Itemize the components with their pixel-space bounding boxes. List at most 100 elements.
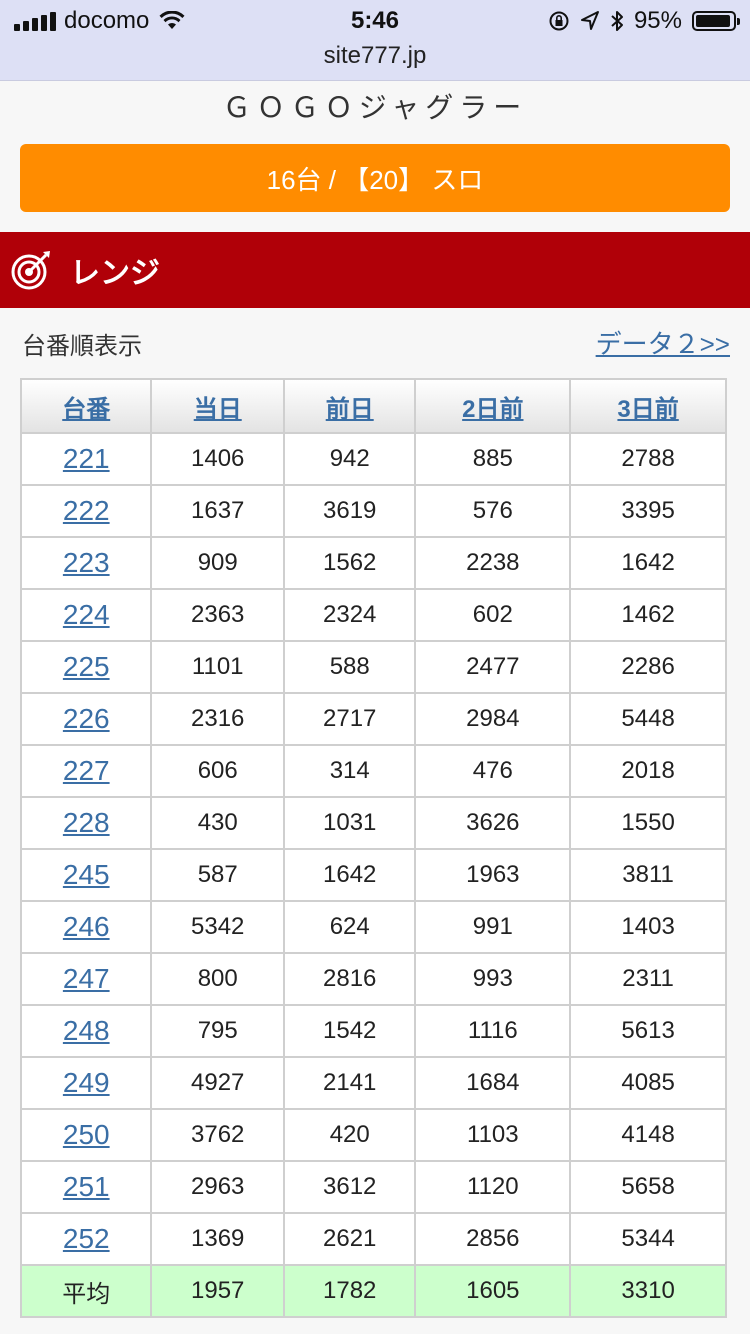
value-cell: 2963 bbox=[152, 1162, 283, 1212]
machine-number-link[interactable]: 247 bbox=[63, 963, 110, 994]
value-cell: 1462 bbox=[571, 590, 725, 640]
value-cell: 2363 bbox=[152, 590, 283, 640]
table-row: 225 1101 588 2477 2286 bbox=[22, 642, 725, 692]
machine-number-link[interactable]: 226 bbox=[63, 703, 110, 734]
machine-number-link[interactable]: 249 bbox=[63, 1067, 110, 1098]
table-row: 227 606 314 476 2018 bbox=[22, 746, 725, 796]
machine-number-cell: 228 bbox=[22, 798, 151, 848]
value-cell: 4927 bbox=[152, 1058, 283, 1108]
machine-number-link[interactable]: 248 bbox=[63, 1015, 110, 1046]
value-cell: 2788 bbox=[571, 434, 725, 484]
battery-percent: 95% bbox=[633, 7, 682, 34]
value-cell: 420 bbox=[284, 1110, 415, 1160]
browser-top-bar: docomo 5:46 95% site777.jp bbox=[0, 0, 750, 81]
machine-number-link[interactable]: 250 bbox=[63, 1119, 110, 1150]
value-cell: 1406 bbox=[152, 434, 283, 484]
value-cell: 3626 bbox=[416, 798, 570, 848]
value-cell: 430 bbox=[152, 798, 283, 848]
machine-number-link[interactable]: 224 bbox=[63, 599, 110, 630]
value-cell: 602 bbox=[416, 590, 570, 640]
header-2-days-ago[interactable]: 2日前 bbox=[416, 380, 570, 432]
value-cell: 3811 bbox=[571, 850, 725, 900]
value-cell: 4085 bbox=[571, 1058, 725, 1108]
value-cell: 5344 bbox=[571, 1214, 725, 1264]
machine-number-link[interactable]: 221 bbox=[63, 443, 110, 474]
value-cell: 3619 bbox=[284, 486, 415, 536]
table-row: 224 2363 2324 602 1462 bbox=[22, 590, 725, 640]
machine-number-link[interactable]: 245 bbox=[63, 859, 110, 890]
value-cell: 5342 bbox=[152, 902, 283, 952]
average-value-cell: 3310 bbox=[571, 1266, 725, 1316]
machine-number-cell: 225 bbox=[22, 642, 151, 692]
machine-number-cell: 249 bbox=[22, 1058, 151, 1108]
value-cell: 2717 bbox=[284, 694, 415, 744]
value-cell: 2621 bbox=[284, 1214, 415, 1264]
machine-number-cell: 248 bbox=[22, 1006, 151, 1056]
value-cell: 2316 bbox=[152, 694, 283, 744]
value-cell: 1642 bbox=[571, 538, 725, 588]
table-row: 247 800 2816 993 2311 bbox=[22, 954, 725, 1004]
value-cell: 476 bbox=[416, 746, 570, 796]
value-cell: 1403 bbox=[571, 902, 725, 952]
status-right: 95% bbox=[548, 7, 740, 34]
machine-number-link[interactable]: 227 bbox=[63, 755, 110, 786]
average-value-cell: 1605 bbox=[416, 1266, 570, 1316]
header-yesterday[interactable]: 前日 bbox=[284, 380, 415, 432]
machine-number-cell: 247 bbox=[22, 954, 151, 1004]
table-row: 228 430 1031 3626 1550 bbox=[22, 798, 725, 848]
table-row: 221 1406 942 885 2788 bbox=[22, 434, 725, 484]
value-cell: 2324 bbox=[284, 590, 415, 640]
value-cell: 909 bbox=[152, 538, 283, 588]
rotation-lock-icon bbox=[549, 11, 569, 31]
machine-number-link[interactable]: 246 bbox=[63, 911, 110, 942]
header-machine-no[interactable]: 台番 bbox=[22, 380, 151, 432]
table-row: 251 2963 3612 1120 5658 bbox=[22, 1162, 725, 1212]
header-3-days-ago[interactable]: 3日前 bbox=[571, 380, 725, 432]
average-value-cell: 1957 bbox=[152, 1266, 283, 1316]
value-cell: 3762 bbox=[152, 1110, 283, 1160]
section-header: レンジ bbox=[0, 232, 750, 308]
value-cell: 576 bbox=[416, 486, 570, 536]
value-cell: 991 bbox=[416, 902, 570, 952]
value-cell: 1562 bbox=[284, 538, 415, 588]
machine-number-link[interactable]: 228 bbox=[63, 807, 110, 838]
location-arrow-icon bbox=[580, 11, 599, 30]
value-cell: 2018 bbox=[571, 746, 725, 796]
value-cell: 2141 bbox=[284, 1058, 415, 1108]
header-today[interactable]: 当日 bbox=[152, 380, 283, 432]
machine-number-link[interactable]: 222 bbox=[63, 495, 110, 526]
slot-data-table: 台番 当日 前日 2日前 3日前 221 1406 942 885 2788 222 163… bbox=[20, 378, 727, 1318]
average-row: 平均 1957 1782 1605 3310 bbox=[22, 1266, 725, 1316]
average-value-cell: 1782 bbox=[284, 1266, 415, 1316]
value-cell: 2311 bbox=[571, 954, 725, 1004]
battery-icon bbox=[692, 11, 740, 31]
machine-number-cell: 227 bbox=[22, 746, 151, 796]
table-row: 250 3762 420 1103 4148 bbox=[22, 1110, 725, 1160]
machine-title: ＧＯＧＯジャグラー bbox=[222, 92, 528, 123]
url-display[interactable]: site777.jp bbox=[0, 42, 750, 70]
machine-number-link[interactable]: 251 bbox=[63, 1171, 110, 1202]
value-cell: 1637 bbox=[152, 486, 283, 536]
table-row: 246 5342 624 991 1403 bbox=[22, 902, 725, 952]
table-row: 248 795 1542 1116 5613 bbox=[22, 1006, 725, 1056]
data2-link[interactable]: データ２>> bbox=[596, 324, 730, 361]
value-cell: 1684 bbox=[416, 1058, 570, 1108]
value-cell: 1101 bbox=[152, 642, 283, 692]
machine-number-link[interactable]: 252 bbox=[63, 1223, 110, 1254]
table-row: 245 587 1642 1963 3811 bbox=[22, 850, 725, 900]
value-cell: 885 bbox=[416, 434, 570, 484]
value-cell: 1120 bbox=[416, 1162, 570, 1212]
value-cell: 1116 bbox=[416, 1006, 570, 1056]
machine-number-cell: 221 bbox=[22, 434, 151, 484]
machine-number-cell: 223 bbox=[22, 538, 151, 588]
value-cell: 606 bbox=[152, 746, 283, 796]
value-cell: 5613 bbox=[571, 1006, 725, 1056]
value-cell: 1963 bbox=[416, 850, 570, 900]
bluetooth-icon bbox=[611, 11, 623, 31]
machine-info-button[interactable]: 16台 / 【20】 スロ bbox=[20, 144, 730, 212]
value-cell: 795 bbox=[152, 1006, 283, 1056]
value-cell: 314 bbox=[284, 746, 415, 796]
machine-number-link[interactable]: 225 bbox=[63, 651, 110, 682]
machine-number-link[interactable]: 223 bbox=[63, 547, 110, 578]
value-cell: 1103 bbox=[416, 1110, 570, 1160]
